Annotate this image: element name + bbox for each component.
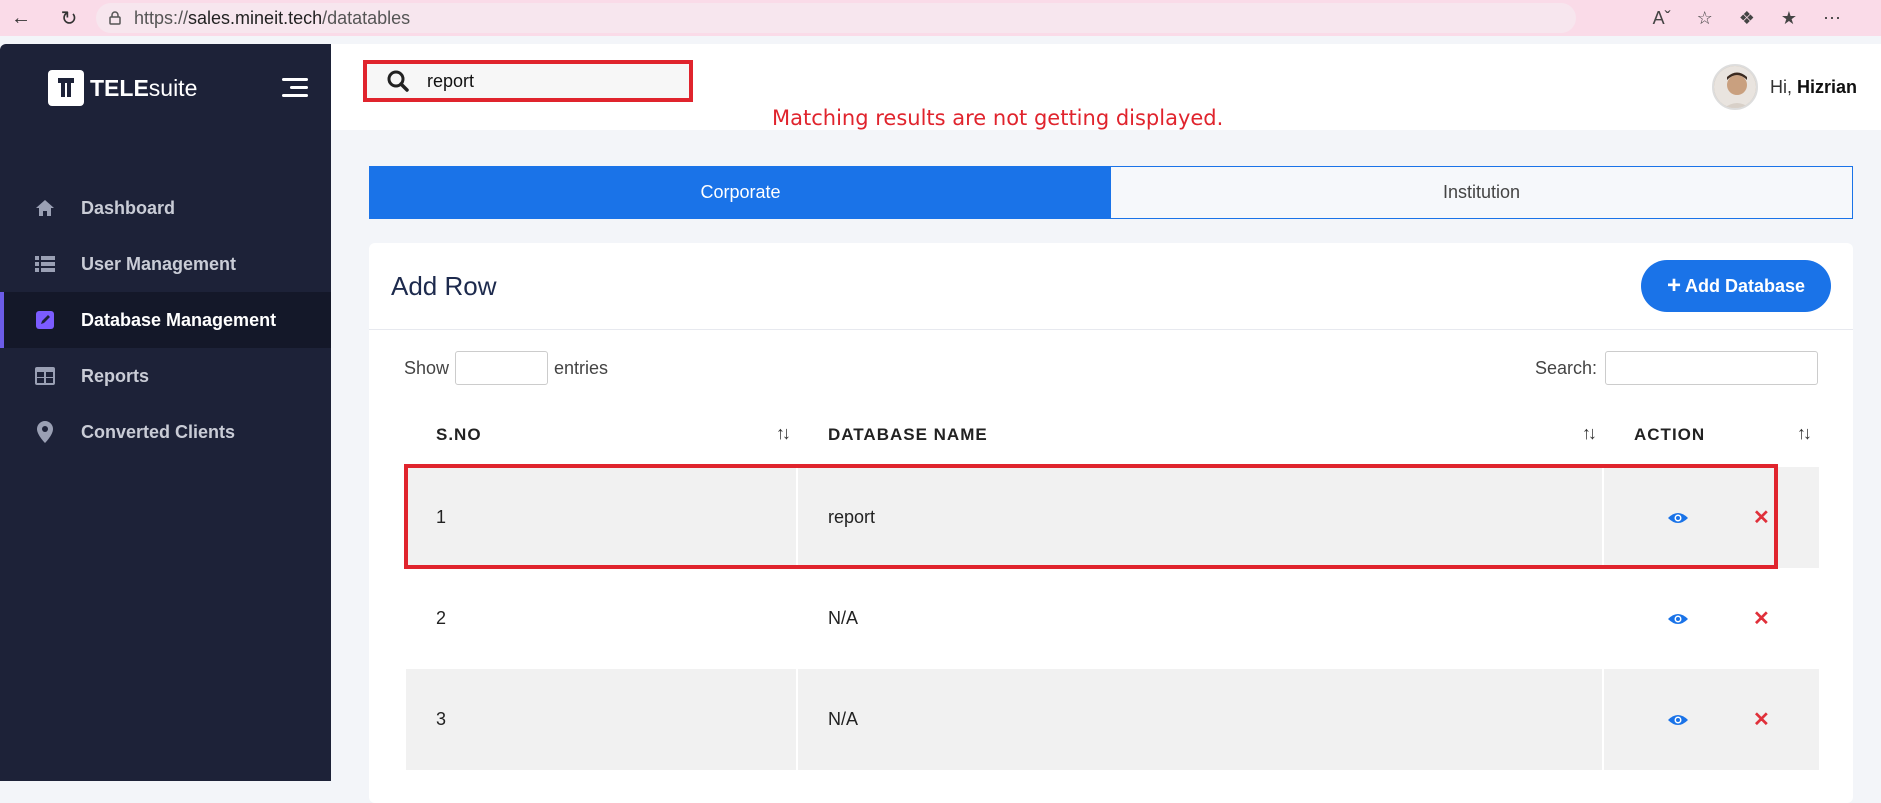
map-pin-icon [34,421,56,443]
category-tabs: Corporate Institution [369,166,1853,219]
show-label: Show [404,357,450,378]
delete-icon[interactable]: ✕ [1753,505,1770,530]
tab-corporate[interactable]: Corporate [370,167,1111,218]
menu-toggle-icon[interactable] [282,78,308,102]
cell-database-name: N/A [798,669,1604,770]
cell-actions: ✕ [1604,669,1819,770]
back-icon[interactable]: ← [6,3,36,33]
refresh-icon[interactable]: ↻ [54,3,84,33]
url-path: /datatables [322,7,411,28]
plus-icon: + [1666,272,1681,299]
database-table: S.NO ↑↓ DATABASE NAME ↑↓ ACTION ↑↓ 1 rep… [406,403,1819,770]
list-icon [34,253,56,275]
entries-label: entries [554,357,609,378]
column-header-action[interactable]: ACTION ↑↓ [1604,403,1819,467]
lock-icon [109,11,121,25]
delete-icon[interactable]: ✕ [1753,606,1770,631]
logo-mark-icon [48,70,84,106]
table-row: 3 N/A ✕ [406,669,1819,770]
extensions-icon[interactable]: ❖ [1739,8,1755,29]
table-row: 1 report ✕ [406,467,1819,568]
cell-database-name: N/A [828,608,859,628]
sidebar-item-label: Reports [81,365,150,386]
search-icon [387,70,409,92]
sidebar-item-user-management[interactable]: User Management [0,236,331,292]
cell-sno: 2 [436,608,447,628]
cell-sno: 1 [406,467,798,568]
entries-select[interactable] [455,351,549,385]
table-search-label: Search: [1534,357,1597,378]
cell-actions: ✕ [1604,568,1819,669]
cell-actions: ✕ [1604,467,1819,568]
sidebar-item-label: Converted Clients [81,421,236,442]
column-header-sno[interactable]: S.NO ↑↓ [406,403,798,467]
view-eye-icon[interactable] [1667,612,1689,626]
cell-sno: 3 [406,669,798,770]
avatar[interactable] [1711,64,1758,110]
database-card: Add Row + Add Database Show entries Sear… [369,243,1853,803]
table-header: S.NO ↑↓ DATABASE NAME ↑↓ ACTION ↑↓ [406,403,1819,467]
tab-institution[interactable]: Institution [1111,167,1852,218]
sort-icon[interactable]: ↑↓ [776,423,791,444]
address-bar[interactable]: https://sales.mineit.tech/datatables [96,3,1576,33]
entries-length-control: Show entries [404,351,608,385]
home-icon [34,197,56,219]
table-search-control: Search: [1535,351,1818,385]
view-eye-icon[interactable] [1667,713,1689,727]
sidebar-item-label: User Management [81,253,237,274]
add-database-label: Add Database [1684,275,1805,296]
brand-bold: TELE [90,74,149,101]
table-search-input[interactable] [1605,351,1818,385]
username: Hizrian [1796,76,1857,97]
sidebar-item-converted-clients[interactable]: Converted Clients [0,404,331,460]
url-scheme: https:// [134,7,189,28]
annotation-note: Matching results are not getting display… [772,106,1224,130]
favorites-list-icon[interactable]: ★ [1781,8,1797,29]
cell-database-name: report [798,467,1604,568]
greeting: Hi, [1769,76,1792,97]
add-database-button[interactable]: + Add Database [1640,260,1831,312]
sort-icon[interactable]: ↑↓ [1797,423,1812,444]
divider [369,329,1853,330]
delete-icon[interactable]: ✕ [1753,707,1770,732]
table-icon [34,365,56,387]
sidebar-item-database-management[interactable]: Database Management [0,292,331,348]
favorite-star-icon[interactable]: ☆ [1697,8,1713,29]
brand-logo[interactable]: TELEsuite [48,70,197,106]
column-header-database-name[interactable]: DATABASE NAME ↑↓ [798,403,1604,467]
more-menu-icon[interactable]: ⋯ [1823,8,1841,29]
view-eye-icon[interactable] [1667,511,1689,525]
sidebar-item-label: Dashboard [81,197,176,218]
search-input[interactable] [427,70,667,92]
brand-light: suite [148,74,198,101]
table-row: 2 N/A ✕ [406,568,1819,669]
card-title: Add Row [391,271,497,301]
read-aloud-icon[interactable]: Aˇ [1653,8,1671,29]
sidebar-item-dashboard[interactable]: Dashboard [0,180,331,236]
sidebar-item-reports[interactable]: Reports [0,348,331,404]
global-search[interactable] [363,60,693,102]
sidebar-nav: Dashboard User Management Database Manag… [0,180,331,460]
browser-toolbar: ← ↻ https://sales.mineit.tech/datatables… [0,0,1881,36]
sort-icon[interactable]: ↑↓ [1582,423,1597,444]
url-host: sales.mineit.tech [188,7,323,28]
user-menu[interactable]: Hi, Hizrian [1711,64,1857,110]
sidebar-item-label: Database Management [81,309,277,330]
edit-icon [34,309,56,331]
sidebar: TELEsuite Dashboard User Management Data… [0,44,331,781]
